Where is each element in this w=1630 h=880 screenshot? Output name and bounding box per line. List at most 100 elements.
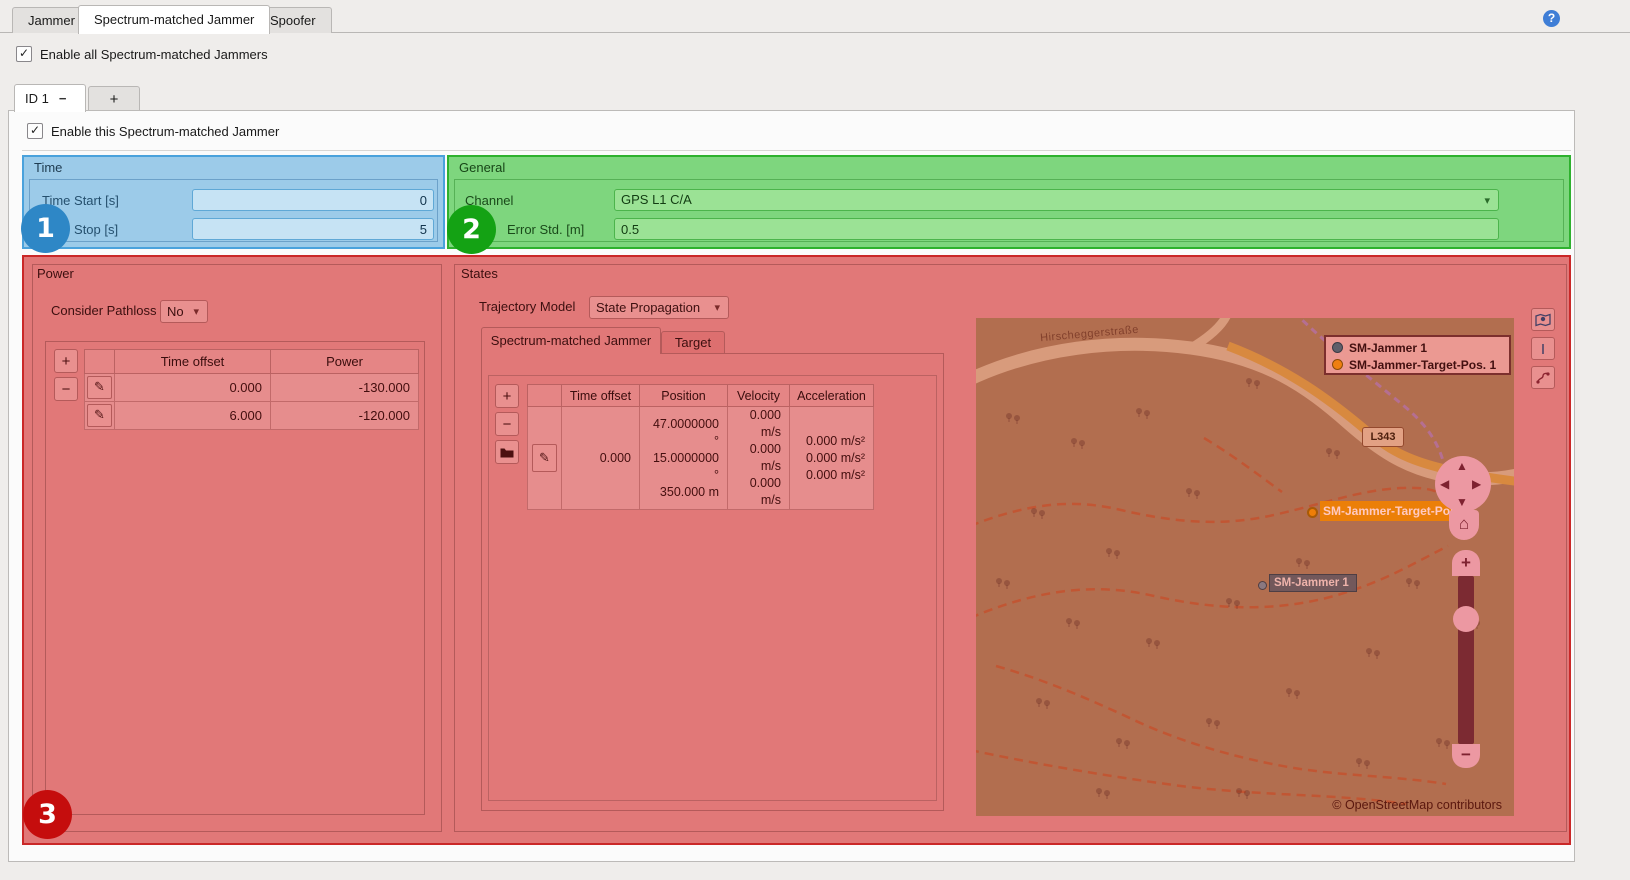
help-icon[interactable]: ? bbox=[1543, 10, 1560, 27]
time-start-input[interactable] bbox=[192, 189, 434, 211]
tab-add-jammer[interactable]: + bbox=[88, 86, 140, 111]
velocity-z: 0.000 m/s bbox=[749, 476, 781, 507]
velocity-x: 0.000 m/s bbox=[749, 408, 781, 439]
acceleration-y: 0.000 m/s² bbox=[805, 450, 865, 465]
tab-states-target-label: Target bbox=[674, 335, 712, 350]
legend-dot-target bbox=[1332, 359, 1343, 370]
velocity-y: 0.000 m/s bbox=[749, 442, 781, 473]
map-attribution[interactable]: © OpenStreetMap contributors bbox=[1332, 798, 1502, 812]
error-std-label: Error Std. [m] bbox=[507, 222, 585, 237]
table-row: ✎ 0.000 47.0000000 ° 15.0000000 ° 350.00… bbox=[527, 406, 874, 510]
tab-states-target[interactable]: Target bbox=[661, 331, 725, 354]
jammer-marker-label[interactable]: SM-Jammer 1 bbox=[1269, 574, 1357, 592]
power-remove-row-button[interactable]: − bbox=[54, 377, 78, 401]
measure-line-button[interactable] bbox=[1531, 337, 1555, 360]
target-marker-dot[interactable] bbox=[1307, 507, 1318, 518]
states-group: States Trajectory Model State Propagatio… bbox=[454, 264, 1567, 832]
edit-row-icon[interactable]: ✎ bbox=[87, 376, 112, 399]
states-table-region: + − Time offset Position Velocity Accele… bbox=[488, 375, 937, 801]
route-button[interactable] bbox=[1531, 366, 1555, 389]
states-row-velocity[interactable]: 0.000 m/s 0.000 m/s 0.000 m/s bbox=[727, 406, 790, 510]
channel-value: GPS L1 C/A bbox=[621, 192, 692, 207]
error-std-input[interactable] bbox=[614, 218, 1499, 240]
tab-jammer-label: Jammer bbox=[28, 13, 75, 28]
enable-all-row: ✓ Enable all Spectrum-matched Jammers bbox=[16, 46, 268, 62]
power-table-region: + − Time offset Power ✎ 0.000 -130.000 ✎… bbox=[45, 341, 425, 815]
tab-id-1[interactable]: ID 1 − bbox=[14, 84, 86, 112]
tab-states-sm-jammer[interactable]: Spectrum-matched Jammer bbox=[481, 327, 661, 354]
channel-dropdown[interactable]: GPS L1 C/A ▾ bbox=[614, 189, 1499, 211]
states-table-header-acceleration: Acceleration bbox=[789, 384, 874, 407]
application-window: { "app": { "help_icon": "?" }, "top_tabs… bbox=[0, 0, 1630, 880]
states-remove-row-button[interactable]: − bbox=[495, 412, 519, 436]
check-icon: ✓ bbox=[18, 46, 30, 60]
map-zoom-out-button[interactable]: − bbox=[1452, 744, 1480, 768]
enable-this-checkbox[interactable]: ✓ bbox=[27, 123, 43, 139]
power-states-region: Power Consider Pathloss No ▾ + − Time of… bbox=[22, 255, 1571, 845]
chevron-down-icon: ▾ bbox=[1484, 195, 1490, 207]
map-view[interactable]: Hirscheggerstraße L343 SM-Jammer-Target-… bbox=[976, 318, 1514, 816]
edit-row-icon[interactable]: ✎ bbox=[532, 444, 557, 472]
trajectory-model-dropdown[interactable]: State Propagation ▾ bbox=[589, 296, 729, 319]
open-file-button[interactable] bbox=[495, 440, 519, 464]
table-row: ✎ 6.000 -120.000 bbox=[84, 401, 419, 430]
tab-detach-icon[interactable]: − bbox=[59, 91, 67, 106]
map-home-button[interactable]: ⌂ bbox=[1449, 510, 1479, 540]
states-add-row-button[interactable]: + bbox=[495, 384, 519, 408]
power-group: Power Consider Pathloss No ▾ + − Time of… bbox=[32, 264, 442, 832]
time-stop-input[interactable] bbox=[192, 218, 434, 240]
map-canvas[interactable] bbox=[976, 318, 1514, 816]
tab-states-sm-jammer-label: Spectrum-matched Jammer bbox=[490, 333, 652, 348]
map-places-button[interactable] bbox=[1531, 308, 1555, 331]
jammer-marker-dot[interactable] bbox=[1258, 581, 1267, 590]
pan-left-icon[interactable]: ◀ bbox=[1440, 477, 1449, 491]
power-table: Time offset Power ✎ 0.000 -130.000 ✎ 6.0… bbox=[84, 349, 419, 430]
table-row: ✎ 0.000 -130.000 bbox=[84, 373, 419, 402]
time-group: Time Time Start [s] Time Stop [s] bbox=[22, 155, 445, 249]
pan-up-icon[interactable]: ▲ bbox=[1456, 459, 1468, 473]
power-table-header-power: Power bbox=[270, 349, 419, 374]
states-row-acceleration[interactable]: 0.000 m/s² 0.000 m/s² 0.000 m/s² bbox=[789, 406, 874, 510]
enable-all-checkbox[interactable]: ✓ bbox=[16, 46, 32, 62]
pan-right-icon[interactable]: ▶ bbox=[1472, 477, 1481, 491]
target-marker-label[interactable]: SM-Jammer-Target-Pos. 1 bbox=[1320, 501, 1462, 521]
power-table-edit-header bbox=[84, 349, 115, 374]
position-lon: 15.0000000 ° bbox=[652, 450, 719, 482]
legend-label: SM-Jammer 1 bbox=[1349, 340, 1428, 355]
power-row-power[interactable]: -120.000 bbox=[270, 401, 419, 430]
road-ref-badge: L343 bbox=[1362, 427, 1404, 447]
power-add-row-button[interactable]: + bbox=[54, 349, 78, 373]
states-group-title: States bbox=[461, 266, 498, 281]
power-table-header-time-offset: Time offset bbox=[114, 349, 271, 374]
chevron-down-icon: ▾ bbox=[193, 306, 199, 318]
tab-spectrum-matched-jammer[interactable]: Spectrum-matched Jammer bbox=[78, 5, 271, 34]
states-row-time-offset[interactable]: 0.000 bbox=[561, 406, 640, 510]
power-group-title: Power bbox=[37, 266, 74, 281]
map-terrain bbox=[976, 318, 1514, 816]
measure-line-icon bbox=[1542, 343, 1544, 354]
consider-pathloss-dropdown[interactable]: No ▾ bbox=[160, 300, 208, 323]
check-icon: ✓ bbox=[29, 123, 41, 137]
states-table: Time offset Position Velocity Accelerati… bbox=[527, 384, 874, 510]
states-row-position[interactable]: 47.0000000 ° 15.0000000 ° 350.000 m bbox=[639, 406, 728, 510]
legend-dot-jammer bbox=[1332, 342, 1343, 353]
map-pan-control[interactable]: ▲ ▼ ◀ ▶ bbox=[1435, 456, 1491, 512]
acceleration-x: 0.000 m/s² bbox=[805, 433, 865, 448]
power-row-time-offset[interactable]: 6.000 bbox=[114, 401, 271, 430]
power-row-time-offset[interactable]: 0.000 bbox=[114, 373, 271, 402]
edit-row-icon[interactable]: ✎ bbox=[87, 404, 112, 427]
map-zoom-in-button[interactable]: + bbox=[1452, 550, 1480, 576]
pan-down-icon[interactable]: ▼ bbox=[1456, 495, 1468, 509]
map-zoom-slider-track[interactable] bbox=[1458, 576, 1474, 744]
general-group-title: General bbox=[459, 160, 506, 175]
consider-pathloss-label: Consider Pathloss bbox=[51, 303, 157, 318]
legend-item: SM-Jammer 1 bbox=[1332, 339, 1503, 356]
consider-pathloss-value: No bbox=[167, 304, 184, 319]
trajectory-model-value: State Propagation bbox=[596, 300, 701, 315]
tab-spectrum-matched-jammer-label: Spectrum-matched Jammer bbox=[94, 12, 255, 27]
tab-spoofer-label: Spoofer bbox=[270, 13, 316, 28]
map-zoom-slider-handle[interactable] bbox=[1453, 606, 1479, 632]
enable-this-label: Enable this Spectrum-matched Jammer bbox=[51, 123, 280, 139]
time-group-title: Time bbox=[34, 160, 63, 175]
power-row-power[interactable]: -130.000 bbox=[270, 373, 419, 402]
